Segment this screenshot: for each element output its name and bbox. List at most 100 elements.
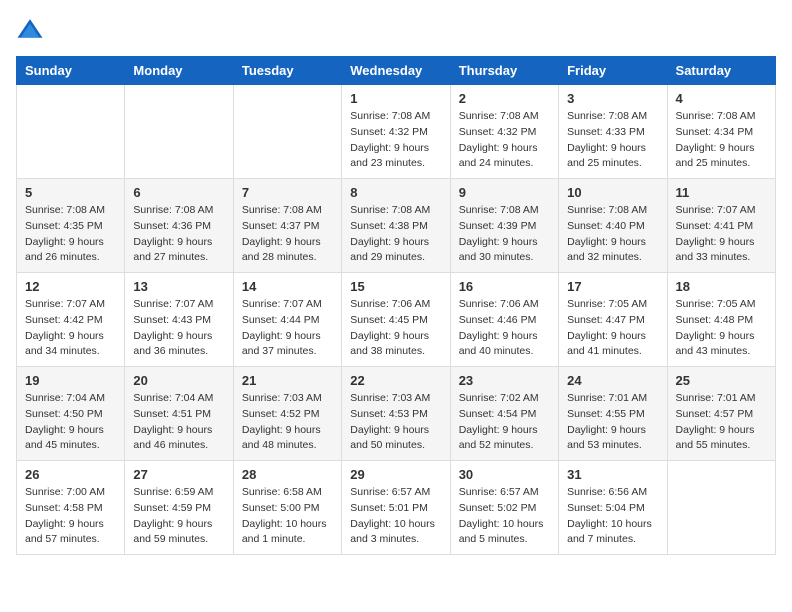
day-info: Sunrise: 7:00 AM Sunset: 4:58 PM Dayligh…	[25, 485, 116, 548]
calendar: SundayMondayTuesdayWednesdayThursdayFrid…	[16, 56, 776, 555]
calendar-cell	[125, 85, 233, 179]
week-row-5: 26 Sunrise: 7:00 AM Sunset: 4:58 PM Dayli…	[17, 461, 776, 555]
calendar-cell: 20 Sunrise: 7:04 AM Sunset: 4:51 PM Dayli…	[125, 367, 233, 461]
calendar-cell: 30 Sunrise: 6:57 AM Sunset: 5:02 PM Dayli…	[450, 461, 558, 555]
day-number: 23	[459, 373, 550, 388]
day-info: Sunrise: 7:07 AM Sunset: 4:42 PM Dayligh…	[25, 297, 116, 360]
day-info: Sunrise: 7:03 AM Sunset: 4:52 PM Dayligh…	[242, 391, 333, 454]
weekday-header-monday: Monday	[125, 57, 233, 85]
day-info: Sunrise: 7:04 AM Sunset: 4:51 PM Dayligh…	[133, 391, 224, 454]
day-info: Sunrise: 6:57 AM Sunset: 5:02 PM Dayligh…	[459, 485, 550, 548]
day-number: 8	[350, 185, 441, 200]
day-info: Sunrise: 7:08 AM Sunset: 4:33 PM Dayligh…	[567, 109, 658, 172]
day-info: Sunrise: 6:58 AM Sunset: 5:00 PM Dayligh…	[242, 485, 333, 548]
day-number: 12	[25, 279, 116, 294]
weekday-header-thursday: Thursday	[450, 57, 558, 85]
day-info: Sunrise: 7:08 AM Sunset: 4:32 PM Dayligh…	[459, 109, 550, 172]
day-number: 31	[567, 467, 658, 482]
week-row-2: 5 Sunrise: 7:08 AM Sunset: 4:35 PM Daylig…	[17, 179, 776, 273]
calendar-cell: 21 Sunrise: 7:03 AM Sunset: 4:52 PM Dayli…	[233, 367, 341, 461]
day-number: 28	[242, 467, 333, 482]
day-number: 16	[459, 279, 550, 294]
day-info: Sunrise: 6:59 AM Sunset: 4:59 PM Dayligh…	[133, 485, 224, 548]
day-number: 19	[25, 373, 116, 388]
calendar-cell: 27 Sunrise: 6:59 AM Sunset: 4:59 PM Dayli…	[125, 461, 233, 555]
day-number: 26	[25, 467, 116, 482]
calendar-cell: 26 Sunrise: 7:00 AM Sunset: 4:58 PM Dayli…	[17, 461, 125, 555]
weekday-header-friday: Friday	[559, 57, 667, 85]
day-number: 3	[567, 91, 658, 106]
calendar-cell: 31 Sunrise: 6:56 AM Sunset: 5:04 PM Dayli…	[559, 461, 667, 555]
day-number: 9	[459, 185, 550, 200]
weekday-header-tuesday: Tuesday	[233, 57, 341, 85]
day-number: 6	[133, 185, 224, 200]
day-info: Sunrise: 7:04 AM Sunset: 4:50 PM Dayligh…	[25, 391, 116, 454]
day-number: 13	[133, 279, 224, 294]
day-number: 17	[567, 279, 658, 294]
weekday-header-wednesday: Wednesday	[342, 57, 450, 85]
calendar-cell: 5 Sunrise: 7:08 AM Sunset: 4:35 PM Daylig…	[17, 179, 125, 273]
day-info: Sunrise: 7:07 AM Sunset: 4:41 PM Dayligh…	[676, 203, 767, 266]
calendar-cell: 1Sunrise: 7:08 AM Sunset: 4:32 PM Daylig…	[342, 85, 450, 179]
week-row-1: 1 Sunrise: 7:08 AM Sunset: 4:32 PM Daylig…	[17, 85, 776, 179]
day-number: 14	[242, 279, 333, 294]
day-number: 21	[242, 373, 333, 388]
calendar-cell: 10Sunrise: 7:08 AM Sunset: 4:40 PM Dayli…	[559, 179, 667, 273]
logo	[16, 16, 48, 44]
calendar-cell: 13 Sunrise: 7:07 AM Sunset: 4:43 PM Dayli…	[125, 273, 233, 367]
weekday-header-row: SundayMondayTuesdayWednesdayThursdayFrid…	[17, 57, 776, 85]
day-number: 11	[676, 185, 767, 200]
day-info: Sunrise: 7:01 AM Sunset: 4:55 PM Dayligh…	[567, 391, 658, 454]
calendar-cell	[667, 461, 775, 555]
day-info: Sunrise: 7:08 AM Sunset: 4:38 PM Dayligh…	[350, 203, 441, 266]
day-info: Sunrise: 7:07 AM Sunset: 4:44 PM Dayligh…	[242, 297, 333, 360]
day-number: 1	[350, 91, 441, 106]
day-info: Sunrise: 7:08 AM Sunset: 4:40 PM Dayligh…	[567, 203, 658, 266]
calendar-cell: 12 Sunrise: 7:07 AM Sunset: 4:42 PM Dayli…	[17, 273, 125, 367]
day-info: Sunrise: 7:05 AM Sunset: 4:48 PM Dayligh…	[676, 297, 767, 360]
logo-icon	[16, 16, 44, 44]
page-header	[16, 16, 776, 44]
calendar-cell: 9 Sunrise: 7:08 AM Sunset: 4:39 PM Daylig…	[450, 179, 558, 273]
day-info: Sunrise: 7:06 AM Sunset: 4:45 PM Dayligh…	[350, 297, 441, 360]
day-info: Sunrise: 7:08 AM Sunset: 4:39 PM Dayligh…	[459, 203, 550, 266]
calendar-cell: 3 Sunrise: 7:08 AM Sunset: 4:33 PM Daylig…	[559, 85, 667, 179]
day-info: Sunrise: 6:56 AM Sunset: 5:04 PM Dayligh…	[567, 485, 658, 548]
calendar-cell: 29Sunrise: 6:57 AM Sunset: 5:01 PM Dayli…	[342, 461, 450, 555]
day-number: 5	[25, 185, 116, 200]
calendar-cell	[17, 85, 125, 179]
day-number: 15	[350, 279, 441, 294]
calendar-cell: 19 Sunrise: 7:04 AM Sunset: 4:50 PM Dayli…	[17, 367, 125, 461]
calendar-cell: 28 Sunrise: 6:58 AM Sunset: 5:00 PM Dayli…	[233, 461, 341, 555]
calendar-cell: 14 Sunrise: 7:07 AM Sunset: 4:44 PM Dayli…	[233, 273, 341, 367]
day-number: 25	[676, 373, 767, 388]
day-info: Sunrise: 7:06 AM Sunset: 4:46 PM Dayligh…	[459, 297, 550, 360]
day-info: Sunrise: 7:08 AM Sunset: 4:34 PM Dayligh…	[676, 109, 767, 172]
day-info: Sunrise: 7:07 AM Sunset: 4:43 PM Dayligh…	[133, 297, 224, 360]
calendar-cell: 15 Sunrise: 7:06 AM Sunset: 4:45 PM Dayli…	[342, 273, 450, 367]
calendar-cell: 2Sunrise: 7:08 AM Sunset: 4:32 PM Daylig…	[450, 85, 558, 179]
day-number: 7	[242, 185, 333, 200]
day-number: 4	[676, 91, 767, 106]
day-info: Sunrise: 6:57 AM Sunset: 5:01 PM Dayligh…	[350, 485, 441, 548]
day-number: 24	[567, 373, 658, 388]
week-row-4: 19 Sunrise: 7:04 AM Sunset: 4:50 PM Dayli…	[17, 367, 776, 461]
calendar-cell: 25 Sunrise: 7:01 AM Sunset: 4:57 PM Dayli…	[667, 367, 775, 461]
calendar-cell: 18 Sunrise: 7:05 AM Sunset: 4:48 PM Dayli…	[667, 273, 775, 367]
day-info: Sunrise: 7:05 AM Sunset: 4:47 PM Dayligh…	[567, 297, 658, 360]
day-info: Sunrise: 7:03 AM Sunset: 4:53 PM Dayligh…	[350, 391, 441, 454]
calendar-cell: 11 Sunrise: 7:07 AM Sunset: 4:41 PM Dayli…	[667, 179, 775, 273]
calendar-cell: 16 Sunrise: 7:06 AM Sunset: 4:46 PM Dayli…	[450, 273, 558, 367]
day-number: 27	[133, 467, 224, 482]
calendar-cell: 6Sunrise: 7:08 AM Sunset: 4:36 PM Daylig…	[125, 179, 233, 273]
calendar-cell: 7 Sunrise: 7:08 AM Sunset: 4:37 PM Daylig…	[233, 179, 341, 273]
day-info: Sunrise: 7:08 AM Sunset: 4:37 PM Dayligh…	[242, 203, 333, 266]
calendar-cell: 4 Sunrise: 7:08 AM Sunset: 4:34 PM Daylig…	[667, 85, 775, 179]
day-info: Sunrise: 7:08 AM Sunset: 4:35 PM Dayligh…	[25, 203, 116, 266]
day-number: 18	[676, 279, 767, 294]
day-number: 30	[459, 467, 550, 482]
day-info: Sunrise: 7:01 AM Sunset: 4:57 PM Dayligh…	[676, 391, 767, 454]
day-number: 20	[133, 373, 224, 388]
weekday-header-sunday: Sunday	[17, 57, 125, 85]
calendar-cell: 17 Sunrise: 7:05 AM Sunset: 4:47 PM Dayli…	[559, 273, 667, 367]
